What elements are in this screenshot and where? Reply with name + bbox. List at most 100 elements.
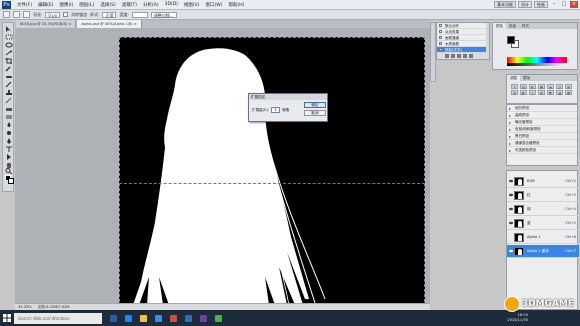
vibrance-icon[interactable]: ◒ bbox=[547, 84, 554, 89]
menu-layer[interactable]: 图层(L) bbox=[76, 2, 97, 8]
delete-icon[interactable] bbox=[469, 54, 473, 58]
channel-row-red[interactable]: 红 Ctrl+3 bbox=[507, 189, 579, 202]
foreground-color-box[interactable] bbox=[507, 36, 515, 44]
app-icon[interactable] bbox=[215, 314, 222, 322]
invert-icon[interactable]: ▨ bbox=[538, 90, 545, 95]
lasso-tool-icon[interactable] bbox=[5, 42, 13, 48]
menu-image[interactable]: 图像(I) bbox=[56, 2, 76, 8]
crop-tool-icon[interactable] bbox=[5, 58, 13, 64]
gradient-map-icon[interactable]: ▩ bbox=[565, 90, 572, 95]
style-select[interactable]: 正常 bbox=[102, 11, 117, 18]
expand-amount-input[interactable]: 5 bbox=[271, 107, 281, 113]
menu-edit[interactable]: 编辑(E) bbox=[35, 2, 56, 8]
minimize-icon[interactable]: – bbox=[550, 1, 558, 8]
preset-item[interactable]: 曲线预设 bbox=[507, 112, 577, 119]
curves-icon[interactable]: ◐ bbox=[529, 84, 536, 89]
posterize-icon[interactable]: ◩ bbox=[547, 90, 554, 95]
brush-tool-icon[interactable] bbox=[5, 82, 13, 88]
brightness-icon[interactable]: ☀ bbox=[511, 84, 518, 89]
add-selection-icon[interactable] bbox=[23, 11, 30, 18]
gradient-tool-icon[interactable] bbox=[5, 114, 13, 120]
eye-icon[interactable] bbox=[509, 193, 513, 197]
channel-row-alpha-1[interactable]: Alpha 1 Ctrl+6 bbox=[507, 231, 579, 244]
cancel-button[interactable]: 取消 bbox=[304, 110, 326, 116]
new-action-icon[interactable] bbox=[463, 54, 467, 58]
close-icon[interactable]: × bbox=[570, 1, 578, 8]
record-icon[interactable] bbox=[451, 54, 455, 58]
play-icon[interactable] bbox=[457, 54, 461, 58]
menu-file[interactable]: 文件(F) bbox=[14, 2, 35, 8]
preset-item[interactable]: 黑白预设 bbox=[507, 133, 577, 140]
path-selection-tool-icon[interactable] bbox=[5, 154, 13, 160]
photo-filter-icon[interactable]: ◧ bbox=[520, 90, 527, 95]
channel-row-blue[interactable]: 蓝 Ctrl+5 bbox=[507, 217, 579, 230]
app-icon[interactable] bbox=[200, 314, 207, 322]
workspace-painting-button[interactable]: 绘画 bbox=[534, 1, 548, 8]
stop-icon[interactable] bbox=[445, 54, 449, 58]
move-tool-icon[interactable] bbox=[5, 26, 13, 32]
channel-mixer-icon[interactable]: ◫ bbox=[529, 90, 536, 95]
levels-icon[interactable]: ▥ bbox=[520, 84, 527, 89]
eye-icon[interactable] bbox=[509, 221, 513, 225]
media-app-icon[interactable] bbox=[170, 314, 177, 322]
menu-view[interactable]: 视图(V) bbox=[181, 2, 203, 8]
preset-item[interactable]: 色阶预设 bbox=[507, 105, 577, 112]
workspace-design-button[interactable]: 设计 bbox=[518, 1, 532, 8]
feather-input[interactable]: 0 px bbox=[45, 11, 61, 18]
tab-color[interactable]: 颜色 bbox=[493, 23, 506, 29]
eye-icon[interactable] bbox=[509, 207, 513, 211]
pen-tool-icon[interactable] bbox=[5, 138, 13, 144]
menu-select[interactable]: 选择(S) bbox=[97, 2, 118, 8]
maximize-icon[interactable]: □ bbox=[560, 1, 568, 8]
tab-masks[interactable]: 蒙版 bbox=[520, 75, 533, 81]
taskbar-clock[interactable]: 18:55 2015/11/30 bbox=[507, 313, 528, 323]
file-explorer-icon[interactable] bbox=[140, 314, 147, 322]
edge-browser-icon[interactable] bbox=[125, 314, 132, 322]
menu-window[interactable]: 窗口(W) bbox=[202, 2, 225, 8]
preset-item[interactable]: 色相/饱和度预设 bbox=[507, 126, 577, 133]
ok-button[interactable]: 确定 bbox=[304, 102, 326, 108]
tab-8018[interactable]: 8018.jpg @ 33.3%(RGB/8) × bbox=[16, 20, 77, 28]
zoom-tool-icon[interactable] bbox=[5, 168, 13, 174]
eye-icon[interactable] bbox=[509, 249, 513, 253]
eraser-tool-icon[interactable] bbox=[5, 106, 13, 112]
menu-analysis[interactable]: 分析(A) bbox=[140, 2, 162, 8]
channel-row-green[interactable]: 绿 Ctrl+4 bbox=[507, 203, 579, 216]
channel-row-alpha-1-copy[interactable]: Alpha 1 副本 Ctrl+7 bbox=[507, 245, 579, 258]
exposure-icon[interactable]: ▦ bbox=[538, 84, 545, 89]
history-brush-tool-icon[interactable] bbox=[5, 98, 13, 104]
tab-alpha[interactable]: alpha.psd @ 40%(Alpha 1/8) × bbox=[77, 20, 142, 28]
refine-edge-button[interactable]: 调整边缘... bbox=[150, 11, 177, 18]
eye-icon[interactable] bbox=[509, 179, 513, 183]
color-balance-icon[interactable]: ▤ bbox=[565, 84, 572, 89]
menu-filter[interactable]: 滤镜(T) bbox=[119, 2, 140, 8]
preset-item[interactable]: 可选颜色预设 bbox=[507, 147, 577, 154]
threshold-icon[interactable]: ◪ bbox=[556, 90, 563, 95]
menu-3d[interactable]: 3D(D) bbox=[162, 2, 181, 7]
grayscale-ramp[interactable] bbox=[507, 63, 567, 66]
task-view-icon[interactable] bbox=[110, 314, 117, 322]
clone-stamp-tool-icon[interactable] bbox=[5, 90, 13, 96]
healing-brush-tool-icon[interactable] bbox=[5, 74, 13, 80]
taskbar-search-input[interactable]: Search Web and Windows bbox=[14, 312, 102, 324]
workspace-essentials-button[interactable]: 基本功能 bbox=[494, 1, 516, 8]
dodge-tool-icon[interactable] bbox=[5, 130, 13, 136]
quick-selection-tool-icon[interactable] bbox=[5, 50, 13, 56]
zoom-level[interactable]: 33.33% bbox=[18, 305, 32, 309]
width-input[interactable] bbox=[131, 11, 148, 18]
hue-saturation-icon[interactable]: ◔ bbox=[556, 84, 563, 89]
windows-start-button[interactable] bbox=[0, 310, 14, 326]
eyedropper-tool-icon[interactable] bbox=[5, 66, 13, 72]
photoshop-taskbar-icon[interactable] bbox=[185, 314, 192, 322]
preset-item[interactable]: 曝光度预设 bbox=[507, 119, 577, 126]
tab-adjustments[interactable]: 调整 bbox=[507, 75, 520, 81]
black-white-icon[interactable]: ▧ bbox=[511, 90, 518, 95]
store-icon[interactable] bbox=[155, 314, 162, 322]
canvas-area[interactable] bbox=[15, 28, 430, 310]
channel-row-rgb[interactable]: RGB Ctrl+2 bbox=[507, 175, 579, 188]
marquee-tool-icon[interactable] bbox=[3, 11, 10, 18]
blur-tool-icon[interactable] bbox=[5, 122, 13, 128]
menu-help[interactable]: 帮助(H) bbox=[225, 2, 247, 8]
tab-styles[interactable]: 样式 bbox=[519, 23, 532, 29]
tab-swatches[interactable]: 色板 bbox=[506, 23, 519, 29]
